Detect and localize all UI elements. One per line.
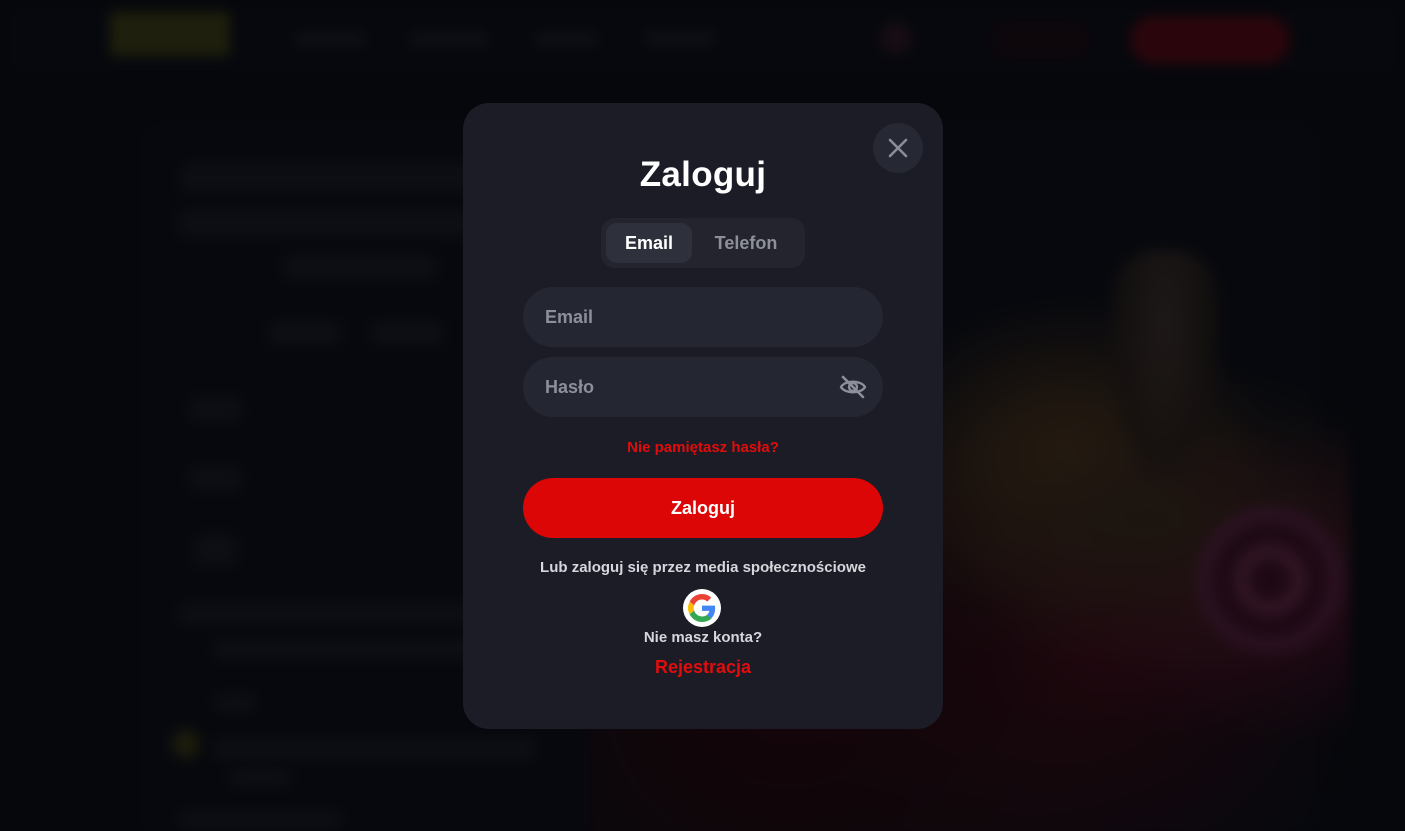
login-method-tabs: Email Telefon <box>601 218 805 268</box>
password-field-wrapper <box>523 357 883 417</box>
login-modal: Zaloguj Email Telefon Nie pamiętasz hasł… <box>463 103 943 729</box>
forgot-password-link[interactable]: Nie pamiętasz hasła? <box>463 439 943 456</box>
register-link[interactable]: Rejestracja <box>463 657 943 678</box>
social-login-text: Lub zaloguj się przez media społeczności… <box>540 559 866 576</box>
google-icon <box>688 594 716 622</box>
tab-email[interactable]: Email <box>606 223 692 263</box>
eye-off-icon <box>839 374 867 400</box>
toggle-password-visibility-button[interactable] <box>839 374 867 400</box>
email-field-wrapper <box>523 287 883 347</box>
login-button[interactable]: Zaloguj <box>523 478 883 538</box>
tab-phone[interactable]: Telefon <box>692 223 800 263</box>
modal-title: Zaloguj <box>639 155 767 194</box>
email-input[interactable] <box>523 287 883 347</box>
password-input[interactable] <box>523 357 883 417</box>
no-account-text: Nie masz konta? <box>643 629 763 646</box>
google-login-button[interactable] <box>683 589 721 627</box>
